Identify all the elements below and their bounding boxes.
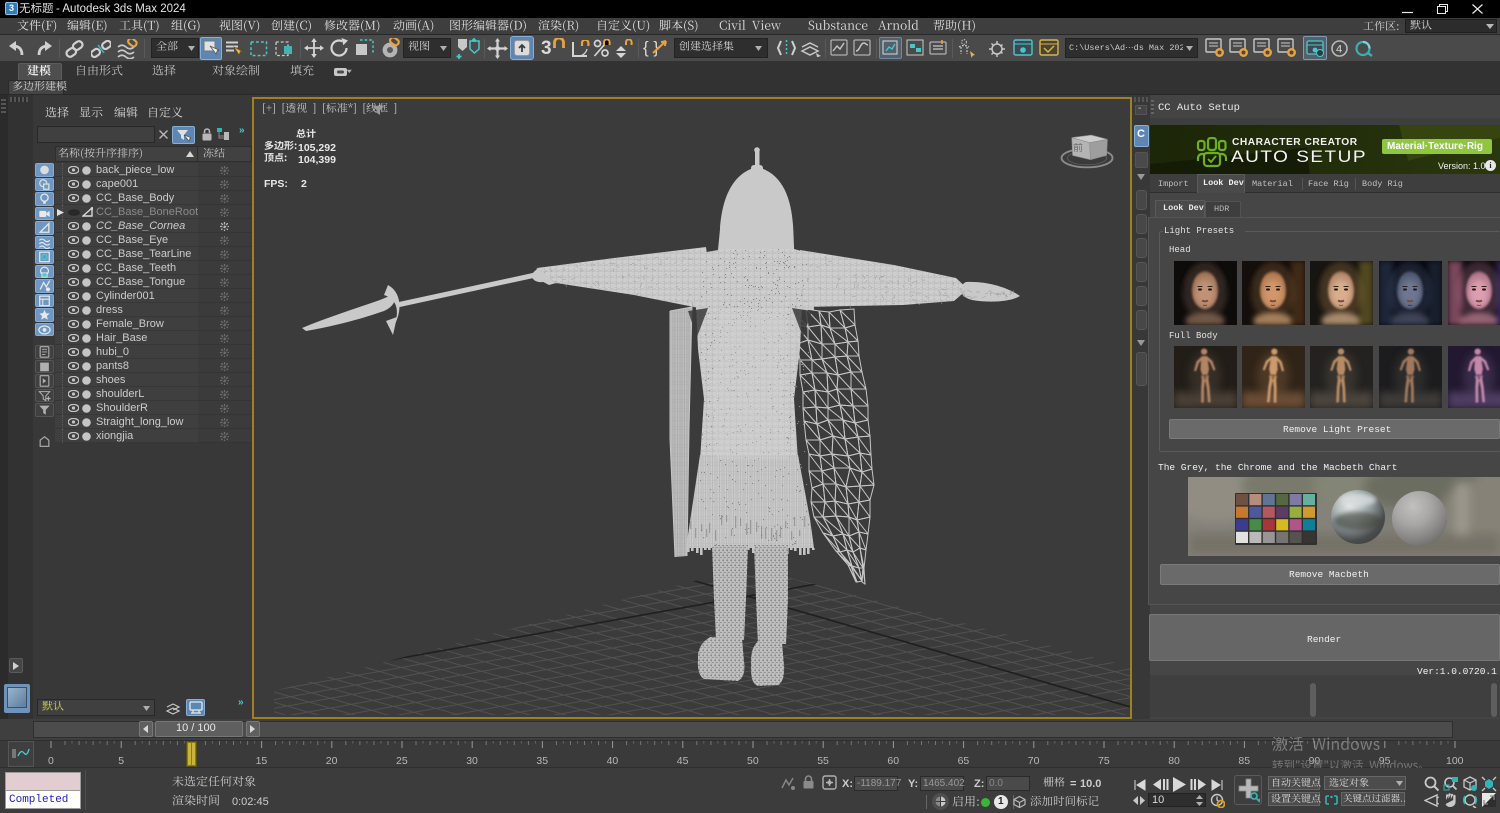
svg-text:4: 4	[1336, 44, 1342, 56]
